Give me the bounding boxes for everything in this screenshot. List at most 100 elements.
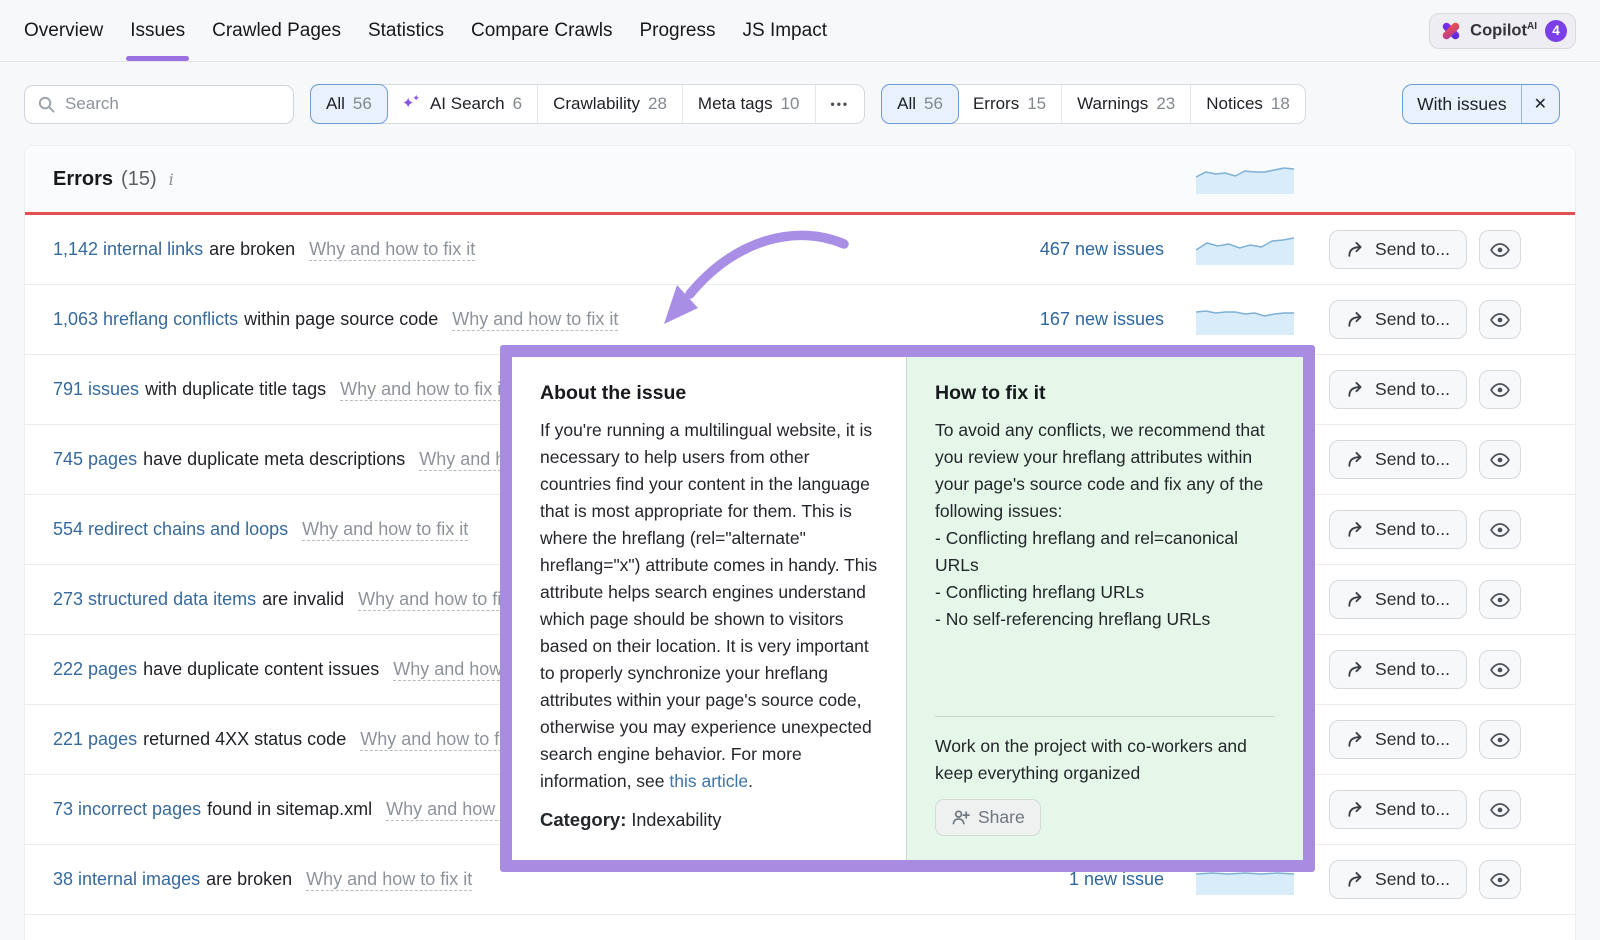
send-to-button[interactable]: Send to... xyxy=(1329,370,1467,409)
filter-tab-label: All xyxy=(326,94,345,114)
nav-tab-label: Overview xyxy=(24,20,103,42)
filter-tab-all[interactable]: All 56 xyxy=(881,84,959,124)
share-section: Work on the project with co-workers and … xyxy=(935,716,1275,836)
issue-count-link[interactable]: 221 pages xyxy=(53,729,137,749)
new-issues-link[interactable]: 167 new issues xyxy=(1040,309,1164,330)
why-how-to-fix-link[interactable]: Why and how to fix it xyxy=(340,379,506,401)
filter-tab-label: Meta tags xyxy=(698,94,773,114)
close-icon[interactable]: ✕ xyxy=(1521,85,1559,123)
filter-tab-ai-search[interactable]: ✦✦ AI Search 6 xyxy=(387,85,538,123)
issue-count-link[interactable]: 73 incorrect pages xyxy=(53,799,201,819)
eye-icon xyxy=(1489,519,1511,541)
top-navigation: Overview Issues Crawled Pages Statistics… xyxy=(0,0,1600,62)
hide-issue-button[interactable] xyxy=(1479,790,1521,829)
filter-tab-meta-tags[interactable]: Meta tags 10 xyxy=(683,85,816,123)
nav-tab-js-impact[interactable]: JS Impact xyxy=(743,0,827,61)
filter-tab-crawlability[interactable]: Crawlability 28 xyxy=(538,85,683,123)
new-issues-link[interactable]: 1 new issue xyxy=(1069,869,1164,890)
issue-description: returned 4XX status code xyxy=(143,729,346,749)
more-filters-button[interactable]: ••• xyxy=(816,85,865,123)
hide-issue-button[interactable] xyxy=(1479,370,1521,409)
ai-sparkle-icon: ✦✦ xyxy=(402,96,422,111)
new-issues-link[interactable]: 467 new issues xyxy=(1040,239,1164,260)
issue-row-text: 791 issueswith duplicate title tagsWhy a… xyxy=(53,379,506,400)
send-to-button[interactable]: Send to... xyxy=(1329,650,1467,689)
hide-issue-button[interactable] xyxy=(1479,300,1521,339)
send-to-button[interactable]: Send to... xyxy=(1329,860,1467,899)
nav-tab-progress[interactable]: Progress xyxy=(639,0,715,61)
why-how-to-fix-link[interactable]: Why and how to fix it xyxy=(306,869,472,891)
hide-issue-button[interactable] xyxy=(1479,650,1521,689)
search-box[interactable] xyxy=(24,85,294,124)
hide-issue-button[interactable] xyxy=(1479,720,1521,759)
filter-tab-count: 56 xyxy=(353,94,372,114)
search-input[interactable] xyxy=(65,94,281,114)
eye-icon xyxy=(1489,379,1511,401)
nav-tab-crawled-pages[interactable]: Crawled Pages xyxy=(212,0,341,61)
with-issues-filter-chip[interactable]: With issues ✕ xyxy=(1402,84,1560,124)
issue-description: are broken xyxy=(206,869,292,889)
issue-count-link[interactable]: 1,063 hreflang conflicts xyxy=(53,309,238,329)
eye-icon xyxy=(1489,799,1511,821)
fix-bullet: - Conflicting hreflang and rel=canonical… xyxy=(935,525,1275,579)
nav-tab-issues[interactable]: Issues xyxy=(130,0,185,61)
nav-tab-overview[interactable]: Overview xyxy=(24,0,103,61)
send-arrow-icon xyxy=(1346,240,1366,260)
share-button[interactable]: Share xyxy=(935,799,1041,836)
hide-issue-button[interactable] xyxy=(1479,580,1521,619)
issue-count-link[interactable]: 554 redirect chains and loops xyxy=(53,519,288,539)
issue-count-link[interactable]: 745 pages xyxy=(53,449,137,469)
filter-tab-notices[interactable]: Notices 18 xyxy=(1191,85,1305,123)
eye-icon xyxy=(1489,729,1511,751)
copilot-button[interactable]: CopilotAI 4 xyxy=(1429,13,1576,49)
send-to-label: Send to... xyxy=(1375,659,1450,680)
filter-tab-count: 6 xyxy=(513,94,522,114)
send-arrow-icon xyxy=(1346,590,1366,610)
issue-count-link[interactable]: 222 pages xyxy=(53,659,137,679)
filter-tab-errors[interactable]: Errors 15 xyxy=(958,85,1062,123)
category-value: Indexability xyxy=(631,810,721,830)
send-to-button[interactable]: Send to... xyxy=(1329,580,1467,619)
this-article-link[interactable]: this article xyxy=(669,771,748,791)
why-how-to-fix-link[interactable]: Why and how to fix it xyxy=(309,239,475,261)
issue-row-text: 1,142 internal linksare brokenWhy and ho… xyxy=(53,239,475,260)
issue-count-link[interactable]: 38 internal images xyxy=(53,869,200,889)
filter-tab-label: All xyxy=(897,94,916,114)
issue-count-link[interactable]: 1,142 internal links xyxy=(53,239,203,259)
issue-count-link[interactable]: 273 structured data items xyxy=(53,589,256,609)
send-arrow-icon xyxy=(1346,660,1366,680)
issue-count-link[interactable]: 791 issues xyxy=(53,379,139,399)
issue-row-text: 38 internal images are broken Why and how … xyxy=(53,869,472,890)
send-to-button[interactable]: Send to... xyxy=(1329,510,1467,549)
with-issues-label: With issues xyxy=(1403,85,1520,123)
send-to-button[interactable]: Send to... xyxy=(1329,300,1467,339)
send-to-label: Send to... xyxy=(1375,799,1450,820)
why-how-to-fix-link[interactable]: Why and how to fix it xyxy=(302,519,468,541)
nav-tab-compare-crawls[interactable]: Compare Crawls xyxy=(471,0,612,61)
send-to-button[interactable]: Send to... xyxy=(1329,720,1467,759)
send-to-label: Send to... xyxy=(1375,519,1450,540)
issue-row-text: 73 incorrect pagesfound in sitemap.xmlWh… xyxy=(53,799,552,820)
filter-tab-all[interactable]: All 56 xyxy=(310,84,388,124)
send-to-button[interactable]: Send to... xyxy=(1329,790,1467,829)
nav-tab-statistics[interactable]: Statistics xyxy=(368,0,444,61)
send-to-button[interactable]: Send to... xyxy=(1329,440,1467,479)
fix-bullet: - Conflicting hreflang URLs xyxy=(935,579,1275,606)
filter-tab-label: ••• xyxy=(831,97,850,111)
hide-issue-button[interactable] xyxy=(1479,860,1521,899)
send-arrow-icon xyxy=(1346,730,1366,750)
info-icon[interactable]: i xyxy=(169,170,174,189)
eye-icon xyxy=(1489,589,1511,611)
send-arrow-icon xyxy=(1346,520,1366,540)
hide-issue-button[interactable] xyxy=(1479,440,1521,479)
why-how-to-fix-link[interactable]: Why and how to fix it xyxy=(452,309,618,331)
nav-tab-label: Crawled Pages xyxy=(212,20,341,42)
filter-tab-warnings[interactable]: Warnings 23 xyxy=(1062,85,1191,123)
send-to-button[interactable]: Send to... xyxy=(1329,230,1467,269)
hide-issue-button[interactable] xyxy=(1479,510,1521,549)
hide-issue-button[interactable] xyxy=(1479,230,1521,269)
about-body-period: . xyxy=(748,771,753,791)
filter-tab-count: 56 xyxy=(924,94,943,114)
send-to-label: Send to... xyxy=(1375,379,1450,400)
issue-category-tabs: All 56 ✦✦ AI Search 6 Crawlability 28 Me… xyxy=(310,84,865,124)
